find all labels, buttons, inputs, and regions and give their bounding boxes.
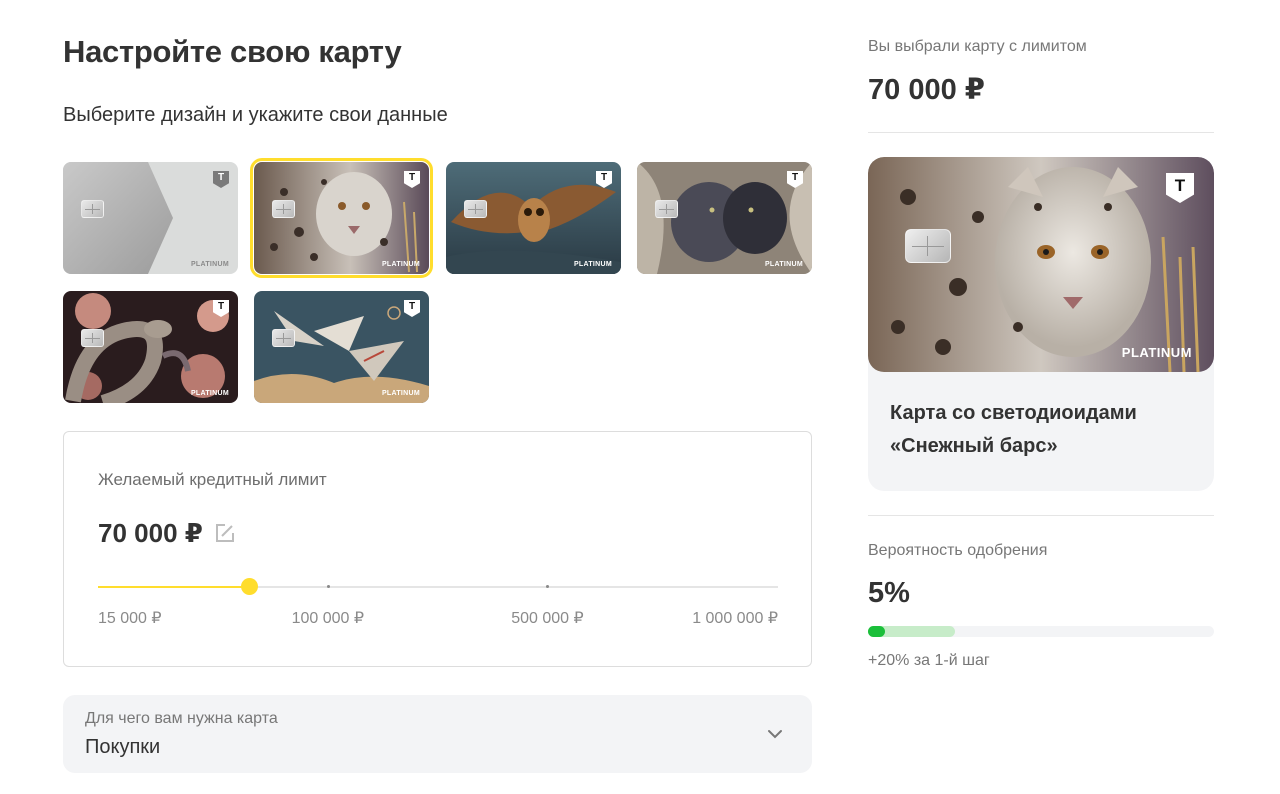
card-purpose-select[interactable]: Для чего вам нужна карта Покупки (63, 695, 812, 773)
platinum-label: PLATINUM (573, 261, 612, 268)
owl-card-art (446, 162, 621, 274)
approval-progress-fill (868, 626, 886, 637)
divider (868, 132, 1214, 133)
platinum-label: PLATINUM (190, 390, 229, 397)
slider-tick (326, 585, 330, 588)
card-preview-title-line2: «Снежный барс» (890, 435, 1058, 457)
platinum-label: PLATINUM (381, 390, 420, 397)
platinum-label: PLATINUM (381, 261, 420, 268)
divider (868, 515, 1214, 516)
credit-limit-value: 70 000 ₽ (98, 518, 203, 548)
panthers-card-art (637, 162, 812, 274)
platinum-label: PLATINUM (764, 261, 803, 268)
slider-tick (546, 585, 550, 588)
card-design-panthers[interactable]: Т PLATINUM (637, 162, 812, 274)
slider-tick-label[interactable]: 100 000 ₽ (292, 608, 364, 628)
card-design-grid: Т PLATINUM Т PLATINUM Т PLATINUM Т PLATI… (63, 158, 813, 404)
page-subtitle: Выберите дизайн и укажите свои данные (63, 104, 448, 126)
platinum-label: PLATINUM (190, 261, 229, 268)
card-chip-icon (905, 229, 951, 263)
card-chip-icon (272, 329, 295, 347)
cranes-card-art (254, 291, 429, 403)
snake-card-art (63, 291, 238, 403)
platinum-label: PLATINUM (1121, 345, 1192, 360)
approval-probability-label: Вероятность одобрения (868, 542, 1048, 559)
slider-tick-label[interactable]: 1 000 000 ₽ (692, 608, 778, 628)
card-preview-title-line1: Карта со светодиоидами (890, 402, 1137, 424)
card-design-cranes[interactable]: Т PLATINUM (254, 291, 429, 403)
card-chip-icon (655, 200, 678, 218)
card-design-owl[interactable]: Т PLATINUM (446, 162, 621, 274)
credit-limit-panel: Желаемый кредитный лимит 70 000 ₽ 15 000… (63, 431, 812, 667)
card-preview-panel: Т PLATINUM Карта со светодиоидами «Снежн… (868, 157, 1214, 491)
card-purpose-label: Для чего вам нужна карта (85, 710, 278, 727)
page-title: Настройте свою карту (63, 34, 402, 69)
silver-card-art (63, 162, 238, 274)
selected-limit-label: Вы выбрали карту с лимитом (868, 38, 1087, 55)
card-design-silver[interactable]: Т PLATINUM (63, 162, 238, 274)
card-design-snake[interactable]: Т PLATINUM (63, 291, 238, 403)
snow-leopard-card-art (254, 162, 429, 274)
snow-leopard-preview-art (868, 157, 1214, 372)
card-preview-image: Т PLATINUM (868, 157, 1214, 372)
approval-progress-bar (868, 626, 1214, 637)
chevron-down-icon (768, 730, 782, 739)
card-purpose-value: Покупки (85, 736, 161, 758)
slider-tick-label[interactable]: 500 000 ₽ (511, 608, 583, 628)
card-chip-icon (81, 200, 104, 218)
credit-limit-label: Желаемый кредитный лимит (98, 470, 327, 489)
card-chip-icon (464, 200, 487, 218)
approval-hint: +20% за 1-й шаг (868, 652, 990, 669)
slider-thumb[interactable] (240, 578, 258, 595)
selected-limit-value: 70 000 ₽ (868, 74, 985, 106)
card-preview-title: Карта со светодиоидами «Снежный барс» (890, 397, 1190, 463)
credit-limit-slider[interactable] (98, 578, 778, 595)
card-chip-icon (81, 329, 104, 347)
approval-probability-value: 5% (868, 577, 910, 609)
card-chip-icon (272, 200, 295, 218)
card-design-snow-leopard[interactable]: Т PLATINUM (250, 158, 433, 278)
edit-icon[interactable] (214, 522, 236, 544)
slider-tick-label[interactable]: 15 000 ₽ (98, 608, 162, 628)
slider-fill (98, 586, 249, 588)
